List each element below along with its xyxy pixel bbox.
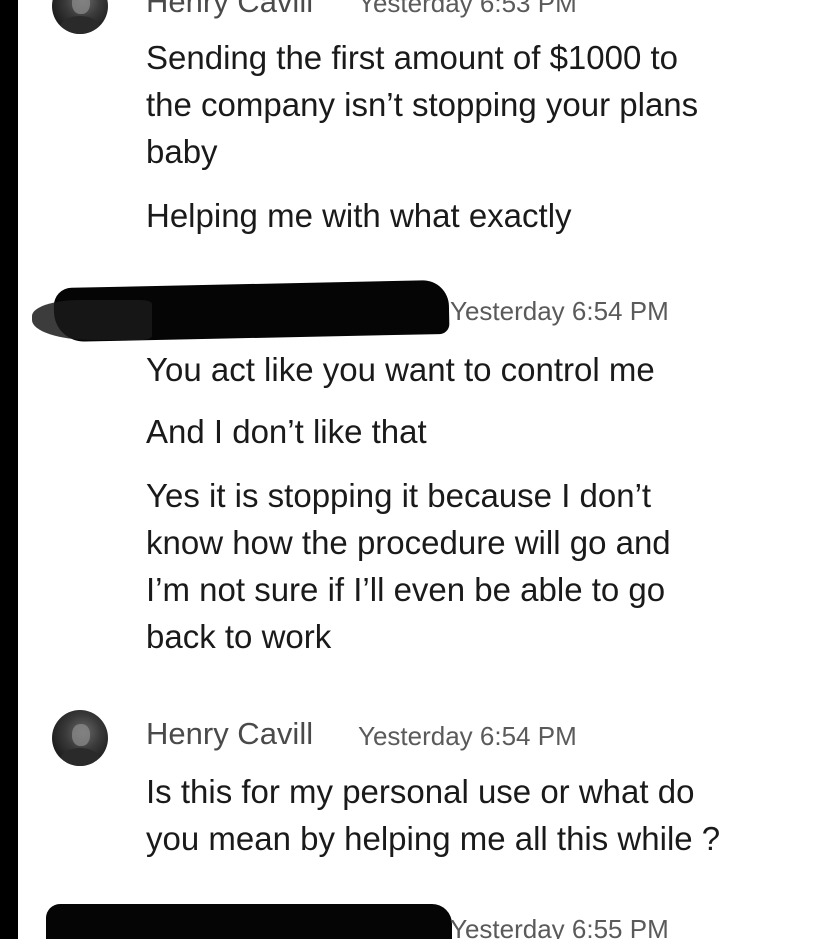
message-timestamp: Yesterday 6:54 PM	[450, 296, 669, 326]
message-line: Is this for my personal use or what do	[146, 773, 695, 810]
chat-screen: Henry Cavill Yesterday 6:53 PM Sending t…	[18, 0, 828, 939]
sender-name[interactable]: Henry Cavill	[146, 716, 313, 752]
message-text: You act like you want to control me	[146, 351, 655, 388]
avatar-henry-cavill[interactable]	[52, 710, 108, 766]
redacted-sender	[32, 300, 152, 340]
message-text: Is this for my personal use or what do y…	[146, 768, 720, 862]
message-timestamp: Yesterday 6:55 PM	[450, 914, 669, 939]
message-text: Sending the first amount of $1000 to the…	[146, 34, 698, 175]
message-line: you mean by helping me all this while ?	[146, 820, 721, 857]
message-line: back to work	[146, 618, 332, 655]
message-line: the company isn’t stopping your plans	[146, 86, 699, 123]
message-text: Helping me with what exactly	[146, 197, 572, 234]
message-line: know how the procedure will go and	[146, 524, 671, 561]
message-text: And I don’t like that	[146, 413, 427, 450]
message-timestamp: Yesterday 6:54 PM	[358, 721, 577, 751]
avatar-henry-cavill[interactable]	[52, 0, 108, 34]
message-line: I’m not sure if I’ll even be able to go	[146, 571, 666, 608]
redacted-sender	[46, 904, 452, 939]
message-text: Yes it is stopping it because I don’t kn…	[146, 472, 671, 660]
message-line: Yes it is stopping it because I don’t	[146, 477, 652, 514]
sender-name[interactable]: Henry Cavill	[146, 0, 313, 20]
message-line: baby	[146, 133, 218, 170]
message-line: Sending the first amount of $1000 to	[146, 39, 679, 76]
message-timestamp: Yesterday 6:53 PM	[358, 0, 577, 18]
